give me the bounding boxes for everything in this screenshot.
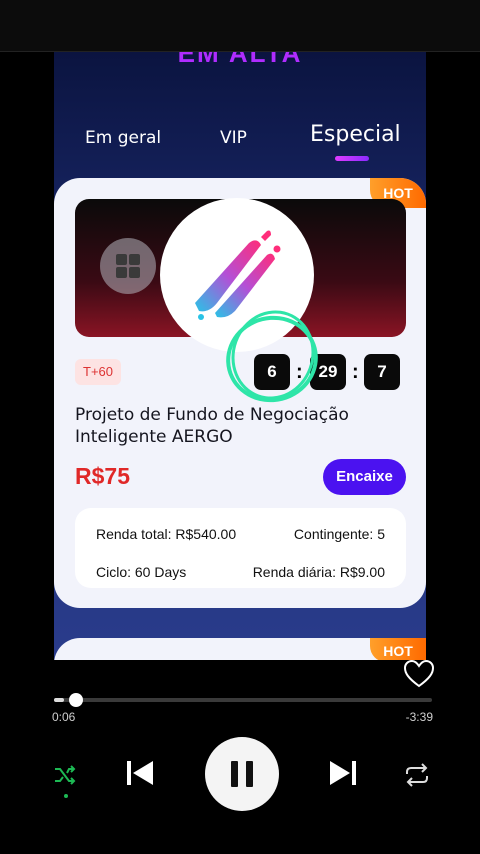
top-bar: [0, 0, 480, 52]
pause-button[interactable]: [205, 737, 279, 811]
seek-bar-progress: [54, 698, 65, 702]
total-income: Renda total: R$540.00: [96, 526, 237, 542]
previous-icon[interactable]: [125, 758, 155, 788]
elapsed-time: 0:06: [52, 710, 76, 724]
daily-income: Renda diária: R$9.00: [252, 564, 385, 580]
next-product-card[interactable]: HOT: [54, 638, 426, 660]
hot-badge: HOT: [370, 638, 426, 660]
countdown-seconds: 7: [364, 354, 400, 390]
cycle: Ciclo: 60 Days: [96, 564, 187, 580]
media-player: 0:06 -3:39: [0, 660, 480, 854]
pause-icon: [231, 761, 253, 787]
shuffle-active-dot: [64, 794, 68, 798]
timer-separator: :: [352, 361, 359, 383]
tab-vip[interactable]: VIP: [220, 128, 247, 148]
product-info-panel: Renda total: R$540.00 Contingente: 5 Cic…: [75, 508, 406, 588]
seek-handle[interactable]: [69, 693, 84, 707]
encaixe-button[interactable]: Encaixe: [323, 459, 406, 495]
product-price: R$75: [75, 463, 130, 489]
category-tabs: Em geral VIP Especial: [54, 118, 426, 168]
page-title: EM ALTA: [54, 52, 426, 62]
active-tab-indicator: [335, 156, 369, 161]
repeat-icon[interactable]: [404, 762, 430, 788]
tab-general[interactable]: Em geral: [85, 128, 161, 148]
shuffle-icon[interactable]: [54, 764, 76, 786]
next-icon[interactable]: [328, 758, 358, 788]
grid-icon[interactable]: [100, 238, 156, 294]
term-badge: T+60: [75, 359, 121, 385]
product-title: Projeto de Fundo de Negociação Inteligen…: [75, 405, 349, 447]
app-screen: EM ALTA Em geral VIP Especial HOT T+60 6…: [54, 52, 426, 660]
heart-icon[interactable]: [404, 660, 434, 688]
contingent: Contingente: 5: [293, 526, 385, 542]
seek-bar[interactable]: [54, 693, 432, 707]
remaining-time: -3:39: [405, 710, 433, 724]
tab-special[interactable]: Especial: [310, 122, 401, 147]
